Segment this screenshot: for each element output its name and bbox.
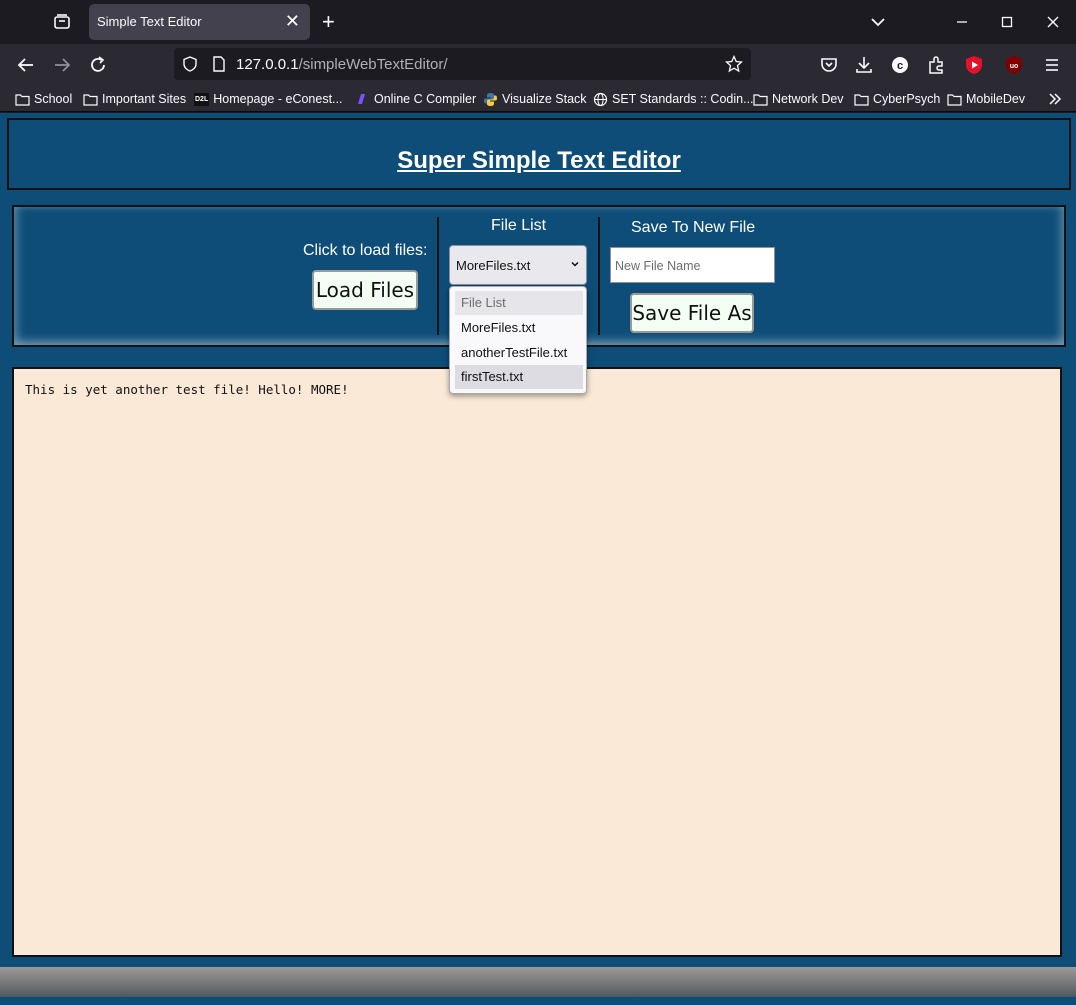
bookmark-label: CyberPsych	[873, 92, 941, 106]
bookmark-folder-network-dev[interactable]: Network Dev	[753, 90, 844, 108]
extensions-icon[interactable]	[925, 54, 947, 76]
python-logo-icon	[484, 92, 497, 106]
bookmarks-toolbar: School Important Sites D2L Homepage - eC…	[0, 86, 1076, 112]
bookmark-econestoga[interactable]: D2L Homepage - eConest...	[194, 90, 342, 108]
bookmark-online-c-compiler[interactable]: Online C Compiler	[356, 90, 476, 108]
option-file-list: File List	[455, 291, 583, 315]
option-morefiles[interactable]: MoreFiles.txt	[455, 316, 583, 340]
url-bar[interactable]: 127.0.0.1/simpleWebTextEditor/	[174, 48, 751, 80]
folder-icon	[947, 93, 962, 106]
url-path: /simpleWebTextEditor/	[298, 56, 448, 73]
load-files-label: Click to load files:	[303, 242, 428, 259]
shield-icon[interactable]	[182, 56, 198, 72]
load-files-button[interactable]: Load Files	[312, 270, 418, 310]
save-file-as-button[interactable]: Save File As	[630, 293, 754, 333]
tab-list-icon[interactable]	[52, 12, 72, 32]
folder-icon	[15, 93, 30, 106]
bookmark-visualize-stack[interactable]: Visualize Stack	[483, 90, 587, 108]
page-icon[interactable]	[211, 56, 227, 72]
tab-bar: Simple Text Editor ✕ +	[0, 0, 1076, 44]
svg-text:c: c	[897, 60, 903, 72]
list-all-tabs-icon[interactable]	[866, 10, 890, 34]
bookmark-label: Homepage - eConest...	[213, 92, 343, 106]
chevron-down-icon	[570, 259, 580, 269]
account-c-icon[interactable]: c	[889, 54, 911, 76]
menu-icon[interactable]	[1041, 54, 1063, 76]
url-host: 127.0.0.1	[236, 56, 299, 73]
bookmark-folder-cyberpsych[interactable]: CyberPsych	[854, 90, 940, 108]
d2l-logo-icon: D2L	[194, 92, 210, 106]
new-tab-icon[interactable]: +	[322, 11, 335, 33]
ublock-icon[interactable]: uo	[1003, 54, 1025, 76]
file-list-dropdown: File List MoreFiles.txt anotherTestFile.…	[449, 286, 587, 394]
file-list-label: File List	[491, 217, 547, 234]
bookmark-set-standards[interactable]: SET Standards :: Codin...	[593, 90, 754, 108]
selected-file: MoreFiles.txt	[456, 258, 531, 273]
page-title: Super Simple Text Editor	[397, 147, 681, 174]
tab-active[interactable]: Simple Text Editor ✕	[89, 4, 310, 40]
bookmark-label: SET Standards :: Codin...	[612, 92, 754, 106]
svg-text:uo: uo	[1010, 63, 1019, 70]
globe-icon	[593, 92, 608, 106]
bookmark-label: Online C Compiler	[374, 92, 477, 106]
bookmark-folder-important-sites[interactable]: Important Sites	[83, 90, 186, 108]
option-anothertestfile[interactable]: anotherTestFile.txt	[455, 341, 583, 365]
editor-content[interactable]: This is yet another test file! Hello! MO…	[25, 382, 349, 397]
minimize-icon[interactable]	[950, 10, 974, 34]
bookmark-star-icon[interactable]	[725, 55, 743, 73]
folder-icon	[83, 93, 98, 106]
tab-close-icon[interactable]: ✕	[285, 12, 300, 30]
bookmark-label: MobileDev	[966, 92, 1026, 106]
downloads-icon[interactable]	[853, 54, 875, 76]
folder-icon	[753, 93, 768, 106]
bookmark-label: Network Dev	[772, 92, 844, 106]
compiler-logo-icon	[358, 94, 365, 104]
folder-icon	[854, 93, 869, 106]
pocket-icon[interactable]	[818, 54, 840, 76]
bookmark-folder-school[interactable]: School	[15, 90, 72, 108]
file-list-select[interactable]: MoreFiles.txt	[449, 245, 587, 285]
page-footer	[0, 967, 1076, 997]
forward-icon[interactable]	[51, 54, 73, 76]
tab-title: Simple Text Editor	[97, 14, 202, 29]
back-icon[interactable]	[15, 54, 37, 76]
new-file-name-placeholder: New File Name	[615, 259, 701, 273]
divider	[437, 217, 439, 335]
new-file-name-input[interactable]: New File Name	[610, 247, 775, 283]
option-firsttest[interactable]: firstTest.txt	[455, 365, 583, 389]
save-new-file-label: Save To New File	[631, 219, 756, 236]
reload-icon[interactable]	[87, 54, 109, 76]
bookmark-label: School	[34, 92, 73, 106]
close-window-icon[interactable]	[1041, 10, 1065, 34]
youtube-extension-icon[interactable]	[963, 54, 985, 76]
bookmarks-overflow-icon[interactable]	[1047, 90, 1063, 108]
bookmark-folder-mobiledev[interactable]: MobileDev	[947, 90, 1025, 108]
page-header: Super Simple Text Editor	[7, 118, 1071, 190]
navigation-bar: 127.0.0.1/simpleWebTextEditor/ c uo	[0, 44, 1076, 86]
url-text[interactable]: 127.0.0.1/simpleWebTextEditor/	[236, 56, 448, 73]
bookmark-label: Visualize Stack	[502, 92, 587, 106]
maximize-icon[interactable]	[995, 10, 1019, 34]
text-editor-area[interactable]: This is yet another test file! Hello! MO…	[12, 367, 1062, 957]
bookmark-label: Important Sites	[102, 92, 187, 106]
divider	[598, 217, 600, 335]
